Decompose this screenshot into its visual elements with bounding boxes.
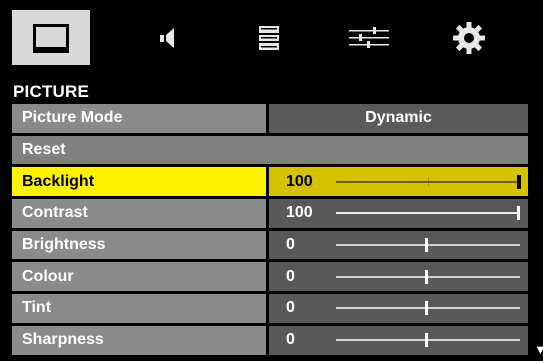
slider-value: 100: [286, 204, 313, 222]
slider-handle[interactable]: [425, 238, 428, 253]
tab-settings-sliders[interactable]: [330, 10, 408, 65]
picture-icon: [33, 23, 69, 53]
menu-tab-bar: [12, 10, 532, 65]
menu-item-picture-mode[interactable]: Picture Mode Dynamic: [12, 104, 528, 133]
menu-item-label: Contrast: [12, 199, 266, 228]
menu-item-label: Sharpness: [12, 325, 266, 355]
slider-handle[interactable]: [425, 269, 428, 284]
slider-contrast[interactable]: 100: [269, 199, 528, 228]
menu-item-label: Backlight: [12, 167, 266, 197]
slider-value: 0: [286, 299, 295, 317]
channel-list-icon: [259, 25, 279, 50]
menu-item-sharpness[interactable]: Sharpness 0: [12, 325, 528, 355]
slider-handle[interactable]: [517, 174, 521, 189]
section-title: PICTURE: [13, 82, 90, 101]
tab-picture[interactable]: [12, 10, 90, 65]
menu-item-brightness[interactable]: Brightness 0: [12, 230, 528, 260]
down-arrow-icon[interactable]: ▼: [534, 343, 543, 356]
slider-handle[interactable]: [517, 206, 520, 221]
settings-sliders-icon: [349, 26, 389, 48]
slider-track[interactable]: [336, 238, 520, 253]
slider-sharpness[interactable]: 0: [269, 325, 528, 355]
slider-handle[interactable]: [425, 333, 428, 348]
speaker-icon: [160, 27, 174, 48]
slider-value: 100: [286, 172, 313, 190]
picture-menu: Picture Mode Dynamic Reset Backlight 100…: [12, 104, 528, 358]
menu-item-contrast[interactable]: Contrast 100: [12, 199, 528, 228]
slider-handle[interactable]: [425, 301, 428, 316]
menu-item-tint[interactable]: Tint 0: [12, 294, 528, 323]
slider-brightness[interactable]: 0: [269, 230, 528, 260]
slider-tint[interactable]: 0: [269, 294, 528, 323]
slider-value: 0: [286, 236, 295, 254]
menu-item-label: Reset: [12, 135, 528, 165]
menu-item-label: Tint: [12, 294, 266, 323]
tab-sound[interactable]: [130, 10, 208, 65]
slider-colour[interactable]: 0: [269, 262, 528, 292]
slider-track[interactable]: [336, 333, 520, 348]
gear-icon: [453, 21, 485, 54]
slider-value: 0: [286, 267, 295, 285]
menu-item-label: Picture Mode: [12, 104, 266, 133]
menu-item-backlight[interactable]: Backlight 100: [12, 167, 528, 197]
slider-backlight[interactable]: 100: [269, 167, 528, 197]
tab-channel[interactable]: [230, 10, 308, 65]
slider-track[interactable]: [336, 269, 520, 284]
menu-item-reset[interactable]: Reset: [12, 135, 528, 165]
menu-item-colour[interactable]: Colour 0: [12, 262, 528, 292]
picture-mode-value: Dynamic: [269, 104, 528, 133]
menu-item-label: Colour: [12, 262, 266, 292]
slider-track[interactable]: [336, 301, 520, 316]
slider-value: 0: [286, 331, 295, 349]
slider-track[interactable]: [336, 206, 520, 221]
menu-item-label: Brightness: [12, 230, 266, 260]
slider-track[interactable]: [336, 174, 521, 189]
tab-setup[interactable]: [430, 10, 508, 65]
